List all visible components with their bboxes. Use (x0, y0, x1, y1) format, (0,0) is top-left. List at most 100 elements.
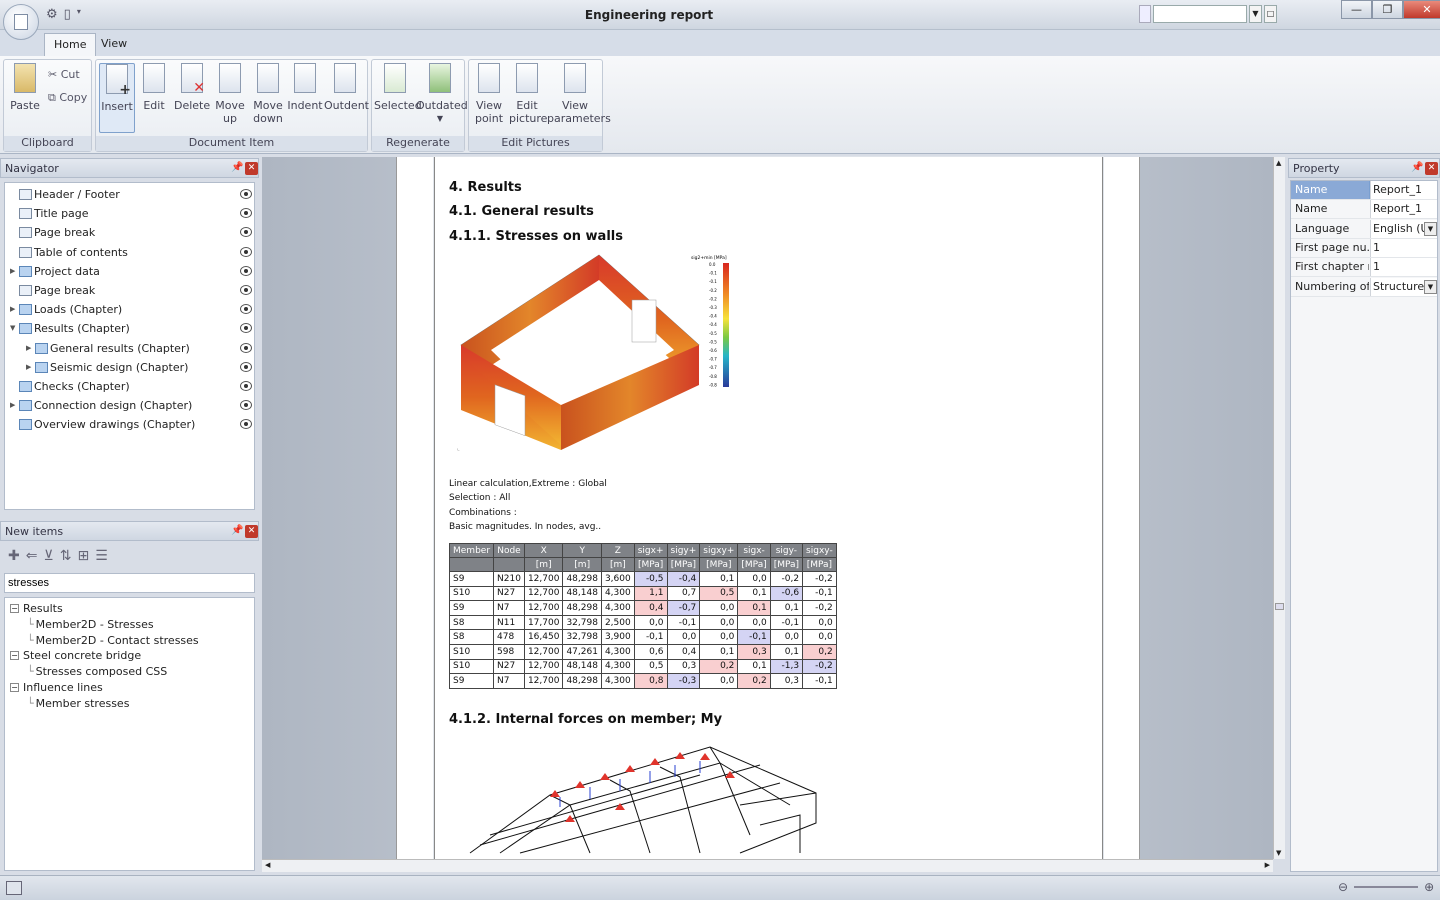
navigator-item[interactable]: ▼ Results (Chapter) (5, 319, 254, 338)
collapse-icon[interactable]: − (10, 683, 19, 692)
visibility-eye-icon[interactable] (240, 304, 252, 315)
zoom-out-icon[interactable]: ⊖ (1338, 880, 1348, 894)
visibility-eye-icon[interactable] (240, 381, 252, 391)
navigator-item[interactable]: ▶ Seismic design (Chapter) (5, 358, 254, 377)
back-arrow-icon[interactable]: ⇐ (26, 548, 38, 566)
new-item-node[interactable]: − Results (10, 601, 63, 616)
minimize-button[interactable]: — (1341, 0, 1372, 19)
visibility-eye-icon[interactable] (240, 342, 252, 353)
visibility-eye-icon[interactable] (240, 246, 252, 257)
outdent-button[interactable]: Outdent (324, 63, 369, 112)
move-down-button[interactable]: Move down (250, 63, 286, 125)
move-up-button[interactable]: Move up (212, 63, 248, 125)
insert-button[interactable]: + Insert (99, 63, 135, 133)
heading-results[interactable]: 4. Results (449, 180, 522, 195)
new-item-node[interactable]: − Steel concrete bridge (10, 648, 141, 663)
copy-button[interactable]: ⧉ Copy (48, 91, 87, 105)
expand-arrow-icon[interactable]: ▶ (10, 262, 18, 281)
search-dropdown-button[interactable]: ▼ (1249, 5, 1262, 23)
navigator-item[interactable]: ▶ Connection design (Chapter) (5, 396, 254, 415)
close-button[interactable]: ✕ (1403, 0, 1440, 19)
close-icon[interactable]: ✕ (1425, 162, 1438, 175)
paste-button[interactable]: Paste (7, 63, 43, 112)
navigator-item[interactable]: Checks (Chapter) (5, 377, 254, 396)
edit-button[interactable]: Edit (136, 63, 172, 112)
stresses-results-table[interactable]: Member Node X Y Zsigx+ sigy+ sigxy+ sigx-sigy-s… (448, 543, 837, 689)
view-point-button[interactable]: View point (471, 63, 507, 125)
scroll-up-icon[interactable]: ▲ (1276, 159, 1281, 167)
new-items-search-input[interactable] (4, 573, 255, 593)
navigator-item[interactable]: Title page (5, 204, 254, 223)
scroll-down-icon[interactable]: ▼ (1276, 849, 1281, 857)
new-item-node[interactable]: − Influence lines (10, 680, 103, 695)
visibility-eye-icon[interactable] (240, 323, 252, 334)
app-menu-button[interactable] (3, 4, 39, 40)
expand-arrow-icon[interactable]: ▼ (10, 319, 18, 338)
zoom-in-icon[interactable]: ⊕ (1424, 880, 1434, 894)
scroll-right-icon[interactable]: ▶ (1265, 861, 1270, 869)
collapse-icon[interactable]: − (10, 604, 19, 613)
cut-button[interactable]: ✂ Cut (48, 68, 80, 81)
document-horizontal-scrollbar[interactable]: ◀ ▶ (262, 859, 1273, 872)
close-icon[interactable]: ✕ (245, 525, 258, 538)
property-value[interactable]: 1 (1370, 258, 1437, 277)
expand-arrow-icon[interactable]: ▶ (10, 396, 18, 415)
regenerate-selected-button[interactable]: Selected (374, 63, 422, 112)
layout-icon[interactable] (6, 881, 22, 895)
heading-internal-forces[interactable]: 4.1.2. Internal forces on member; My (449, 712, 722, 727)
zoom-slider[interactable] (1354, 886, 1419, 888)
search-expand-button[interactable]: □ (1264, 5, 1277, 23)
pin-icon[interactable]: 📌 (231, 525, 243, 536)
visibility-eye-icon[interactable] (240, 400, 252, 411)
visibility-eye-icon[interactable] (240, 285, 252, 295)
dropdown-arrow-icon[interactable]: ▼ (1424, 221, 1437, 236)
tree-view-icon[interactable]: ⊞ (77, 548, 89, 566)
sort-icon[interactable]: ⇅ (60, 548, 72, 566)
new-item-node[interactable]: └ Member2D - Stresses (27, 617, 154, 632)
new-item-node[interactable]: └ Stresses composed CSS (27, 664, 167, 679)
document-vertical-scrollbar[interactable]: ▲ ▼ (1273, 157, 1285, 859)
indent-button[interactable]: Indent (287, 63, 323, 112)
internal-forces-figure[interactable] (460, 735, 830, 857)
pin-icon[interactable]: 📌 (1411, 162, 1423, 173)
outdated-dropdown-icon[interactable]: ▼ (416, 112, 464, 125)
navigator-item[interactable]: Overview drawings (Chapter) (5, 415, 254, 434)
close-icon[interactable]: ✕ (245, 162, 258, 175)
new-item-node[interactable]: └ Member2D - Contact stresses (27, 633, 199, 648)
tab-view[interactable]: View (92, 33, 136, 56)
pin-icon[interactable]: 📌 (231, 162, 243, 173)
new-item-node[interactable]: └ Member stresses (27, 696, 129, 711)
visibility-eye-icon[interactable] (240, 208, 252, 219)
visibility-eye-icon[interactable] (240, 227, 252, 238)
navigator-item[interactable]: ▶ Project data (5, 262, 254, 281)
expand-arrow-icon[interactable]: ▶ (26, 339, 34, 358)
expand-arrow-icon[interactable]: ▶ (26, 358, 34, 377)
navigator-item[interactable]: Table of contents (5, 243, 254, 262)
property-value[interactable]: 1 (1370, 238, 1437, 257)
property-value[interactable]: Report_1 (1370, 200, 1437, 219)
visibility-eye-icon[interactable] (240, 361, 252, 372)
visibility-eye-icon[interactable] (240, 419, 252, 430)
navigator-item[interactable]: Page break (5, 281, 254, 300)
add-icon[interactable]: ✚ (8, 548, 20, 566)
heading-stresses-on-walls[interactable]: 4.1.1. Stresses on walls (449, 229, 623, 244)
visibility-eye-icon[interactable] (240, 189, 252, 199)
navigator-item[interactable]: ▶ General results (Chapter) (5, 339, 254, 358)
navigator-item[interactable]: ▶ Loads (Chapter) (5, 300, 254, 319)
visibility-eye-icon[interactable] (240, 265, 252, 276)
title-search-input[interactable] (1153, 5, 1247, 23)
property-value[interactable]: Report_1 (1370, 181, 1437, 199)
scroll-thumb[interactable] (1275, 603, 1284, 610)
scroll-left-icon[interactable]: ◀ (265, 861, 270, 869)
tab-home[interactable]: Home (44, 33, 97, 56)
view-parameters-button[interactable]: View parameters (547, 63, 611, 125)
navigator-item[interactable]: Header / Footer (5, 185, 254, 204)
list-view-icon[interactable]: ☰ (95, 548, 108, 566)
filter-icon[interactable]: ⊻ (43, 548, 53, 566)
delete-button[interactable]: ✕ Delete (174, 63, 210, 112)
collapse-icon[interactable]: − (10, 651, 19, 661)
expand-arrow-icon[interactable]: ▶ (10, 300, 18, 319)
heading-general-results[interactable]: 4.1. General results (449, 204, 594, 219)
dropdown-arrow-icon[interactable]: ▼ (1424, 279, 1437, 294)
edit-picture-button[interactable]: Edit picture (509, 63, 547, 125)
